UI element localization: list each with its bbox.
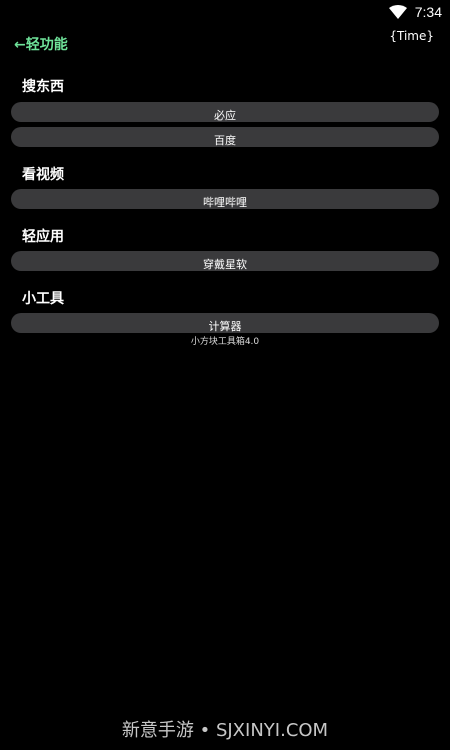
status-bar: 7:34 (0, 0, 450, 24)
time-placeholder: {Time} (389, 29, 434, 43)
header: ←轻功能 {Time} (0, 24, 450, 64)
app-version-label: 小方块工具箱4.0 (190, 337, 260, 347)
wifi-icon (388, 5, 407, 19)
bing-button[interactable]: 必应 (11, 102, 439, 122)
section-title-light-apps: 轻应用 (22, 229, 64, 245)
back-button[interactable]: ←轻功能 (14, 34, 68, 54)
calculator-button[interactable]: 计算器 (11, 313, 439, 333)
bilibili-button[interactable]: 哔哩哔哩 (11, 189, 439, 209)
baidu-button[interactable]: 百度 (11, 127, 439, 147)
section-title-tools: 小工具 (22, 291, 64, 307)
section-title-search: 搜东西 (22, 79, 64, 95)
status-time: 7:34 (414, 4, 442, 20)
wearable-app-button[interactable]: 穿戴星软 (11, 251, 439, 271)
watermark: 新意手游 • SJXINYI.COM (121, 720, 329, 741)
section-title-video: 看视频 (22, 167, 64, 183)
back-label: ←轻功能 (14, 37, 68, 53)
